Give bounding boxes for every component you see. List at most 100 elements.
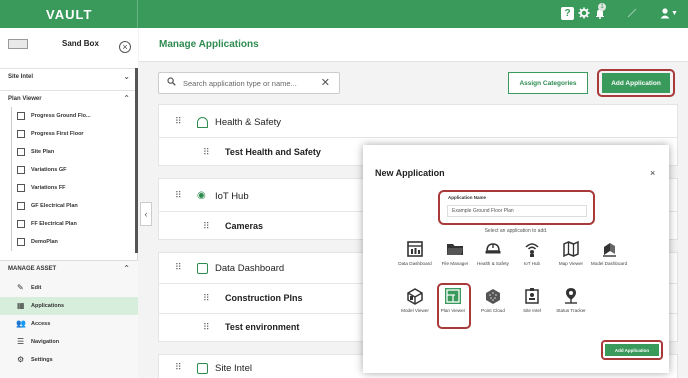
app-option-point-cloud[interactable]: Point Cloud xyxy=(474,287,512,327)
application-name-input[interactable]: Example Ground Floor Plan xyxy=(447,205,587,217)
clear-search-icon[interactable]: ✕ xyxy=(321,76,330,89)
app-option-file-manager[interactable]: File Manager xyxy=(436,240,474,280)
manage-asset-header[interactable]: MANAGE ASSET ⌃ xyxy=(0,261,138,277)
drag-handle-icon[interactable]: ⠿ xyxy=(203,293,210,304)
sidebar-item-plan[interactable]: GF Electrical Plan xyxy=(0,197,138,215)
sidebar-item-label: Variations FF xyxy=(31,185,66,191)
people-icon: 👥 xyxy=(16,319,26,328)
app-option-model-dashboard[interactable]: Model Dashboard xyxy=(590,240,628,280)
status-tracker-icon xyxy=(565,288,577,304)
drag-handle-icon[interactable]: ⠿ xyxy=(203,322,210,333)
topbar-divider xyxy=(137,0,138,28)
brand-logo[interactable]: VAULT xyxy=(46,7,92,22)
chevron-down-icon[interactable]: ▼ xyxy=(671,10,678,17)
list-icon: ☰ xyxy=(17,337,25,346)
application-name-field-highlight: Application Name Example Ground Floor Pl… xyxy=(438,190,595,225)
chevron-down-icon: ⌄ xyxy=(123,72,130,81)
modal-title: New Application xyxy=(375,168,445,178)
app-option-model-viewer[interactable]: Model Viewer xyxy=(396,287,434,327)
sidebar-item-plan[interactable]: Progress Ground Flo... xyxy=(0,107,138,125)
sidebar-item-label: Settings xyxy=(31,357,53,363)
map-icon xyxy=(563,240,579,258)
sidebar-item-plan[interactable]: Variations GF xyxy=(0,161,138,179)
drag-handle-icon[interactable]: ⠿ xyxy=(175,262,182,273)
manage-asset-panel: MANAGE ASSET ⌃ ✎ Edit ▦ Applications 👥 A… xyxy=(0,260,138,378)
sidebar-item-label: Navigation xyxy=(31,339,60,345)
sidebar-item-label: Edit xyxy=(31,285,42,291)
add-application-highlight: Add Application xyxy=(597,69,675,97)
sidebar-item-access[interactable]: 👥 Access xyxy=(0,315,138,333)
plan-icon xyxy=(17,148,25,156)
sidebar-section-plan-viewer[interactable]: Plan Viewer ⌃ xyxy=(0,90,138,106)
model-viewer-icon xyxy=(407,288,423,305)
add-application-button[interactable]: Add Application xyxy=(602,73,670,93)
divider xyxy=(159,137,677,138)
app-label: Cameras xyxy=(225,221,264,231)
hardhat-icon xyxy=(197,117,208,128)
sidebar-header: Sand Box × xyxy=(0,28,138,68)
grid-icon: ▦ xyxy=(17,301,25,310)
app-label: Construction Plns xyxy=(225,293,303,303)
search-box[interactable]: ✕ xyxy=(158,72,340,94)
sidebar-item-label: Site Plan xyxy=(31,149,55,155)
sidebar-item-plan[interactable]: FF Electrical Plan xyxy=(0,215,138,233)
app-option-iot-hub[interactable]: IoT Hub xyxy=(513,240,551,280)
drag-handle-icon[interactable]: ⠿ xyxy=(203,221,210,232)
data-dashboard-icon xyxy=(407,241,423,257)
sidebar-item-navigation[interactable]: ☰ Navigation xyxy=(0,333,138,351)
sidebar-item-edit[interactable]: ✎ Edit xyxy=(0,279,138,297)
sidebar-item-applications[interactable]: ▦ Applications xyxy=(0,297,138,315)
drag-handle-icon[interactable]: ⠿ xyxy=(203,147,210,158)
user-icon[interactable] xyxy=(658,7,671,20)
app-option-site-intel[interactable]: Site Intel xyxy=(513,287,551,327)
sidebar: Sand Box × Site Intel ⌄ Plan Viewer ⌃ Pr… xyxy=(0,28,138,378)
sidebar-item-plan[interactable]: Progress First Floor xyxy=(0,125,138,143)
page-header: Manage Applications xyxy=(139,28,688,62)
app-option-data-dashboard[interactable]: Data Dashboard xyxy=(396,240,434,280)
sidebar-item-label: Access xyxy=(31,321,51,327)
sidebar-item-label: DemoPlan xyxy=(31,239,58,245)
new-application-modal: New Application × Application Name Examp… xyxy=(363,145,669,373)
assign-categories-button[interactable]: Assign Categories xyxy=(508,72,588,94)
help-icon[interactable]: ? xyxy=(561,7,574,20)
close-icon[interactable]: × xyxy=(650,168,655,178)
plan-icon xyxy=(17,220,25,228)
plan-icon xyxy=(17,166,25,174)
gear-icon[interactable] xyxy=(577,7,590,20)
group-label: Data Dashboard xyxy=(215,263,285,274)
sidebar-collapse-button[interactable]: ‹ xyxy=(140,202,152,226)
sidebar-item-label: FF Electrical Plan xyxy=(31,221,77,227)
app-label: Test Health and Safety xyxy=(225,147,321,157)
app-option-map-viewer[interactable]: Map Viewer xyxy=(552,240,590,280)
sidebar-item-plan[interactable]: DemoPlan xyxy=(0,233,138,251)
group-label: Health & Safety xyxy=(215,117,282,128)
app-option-health-safety[interactable]: Health & Safety xyxy=(474,240,512,280)
select-hint: Select an application to add. xyxy=(484,228,548,234)
drag-handle-icon[interactable]: ⠿ xyxy=(175,362,182,373)
plan-icon xyxy=(17,112,25,120)
app-option-label: Point Cloud xyxy=(481,308,505,313)
group-row[interactable]: ⠿ Health & Safety xyxy=(159,109,677,137)
sidebar-item-settings[interactable]: ⚙ Settings xyxy=(0,351,138,369)
sidebar-item-plan[interactable]: Site Plan xyxy=(0,143,138,161)
sidebar-scrollbar[interactable] xyxy=(135,68,138,253)
sidebar-section-site-intel[interactable]: Site Intel ⌄ xyxy=(0,68,138,84)
pen-icon[interactable] xyxy=(625,7,638,20)
plan-icon xyxy=(17,184,25,192)
app-option-status-tracker[interactable]: Status Tracker xyxy=(552,287,590,327)
section-label: Site Intel xyxy=(8,74,34,80)
sidebar-item-plan[interactable]: Variations FF xyxy=(0,179,138,197)
drag-handle-icon[interactable]: ⠿ xyxy=(175,190,182,201)
modal-add-application-button[interactable]: Add Application xyxy=(605,344,659,356)
section-label: Plan Viewer xyxy=(8,96,42,102)
group-label: Site Intel xyxy=(215,363,252,374)
pencil-icon: ✎ xyxy=(17,283,24,292)
chevron-up-icon: ⌃ xyxy=(123,94,130,103)
drag-handle-icon[interactable]: ⠿ xyxy=(175,116,182,127)
sidebar-item-label: Applications xyxy=(31,303,65,309)
top-bar: VAULT ? 1 ▼ xyxy=(0,0,688,28)
search-input[interactable] xyxy=(183,77,313,90)
close-icon[interactable]: × xyxy=(119,41,131,53)
section-label: MANAGE ASSET xyxy=(8,266,57,272)
app-option-label: Health & Safety xyxy=(477,261,509,266)
